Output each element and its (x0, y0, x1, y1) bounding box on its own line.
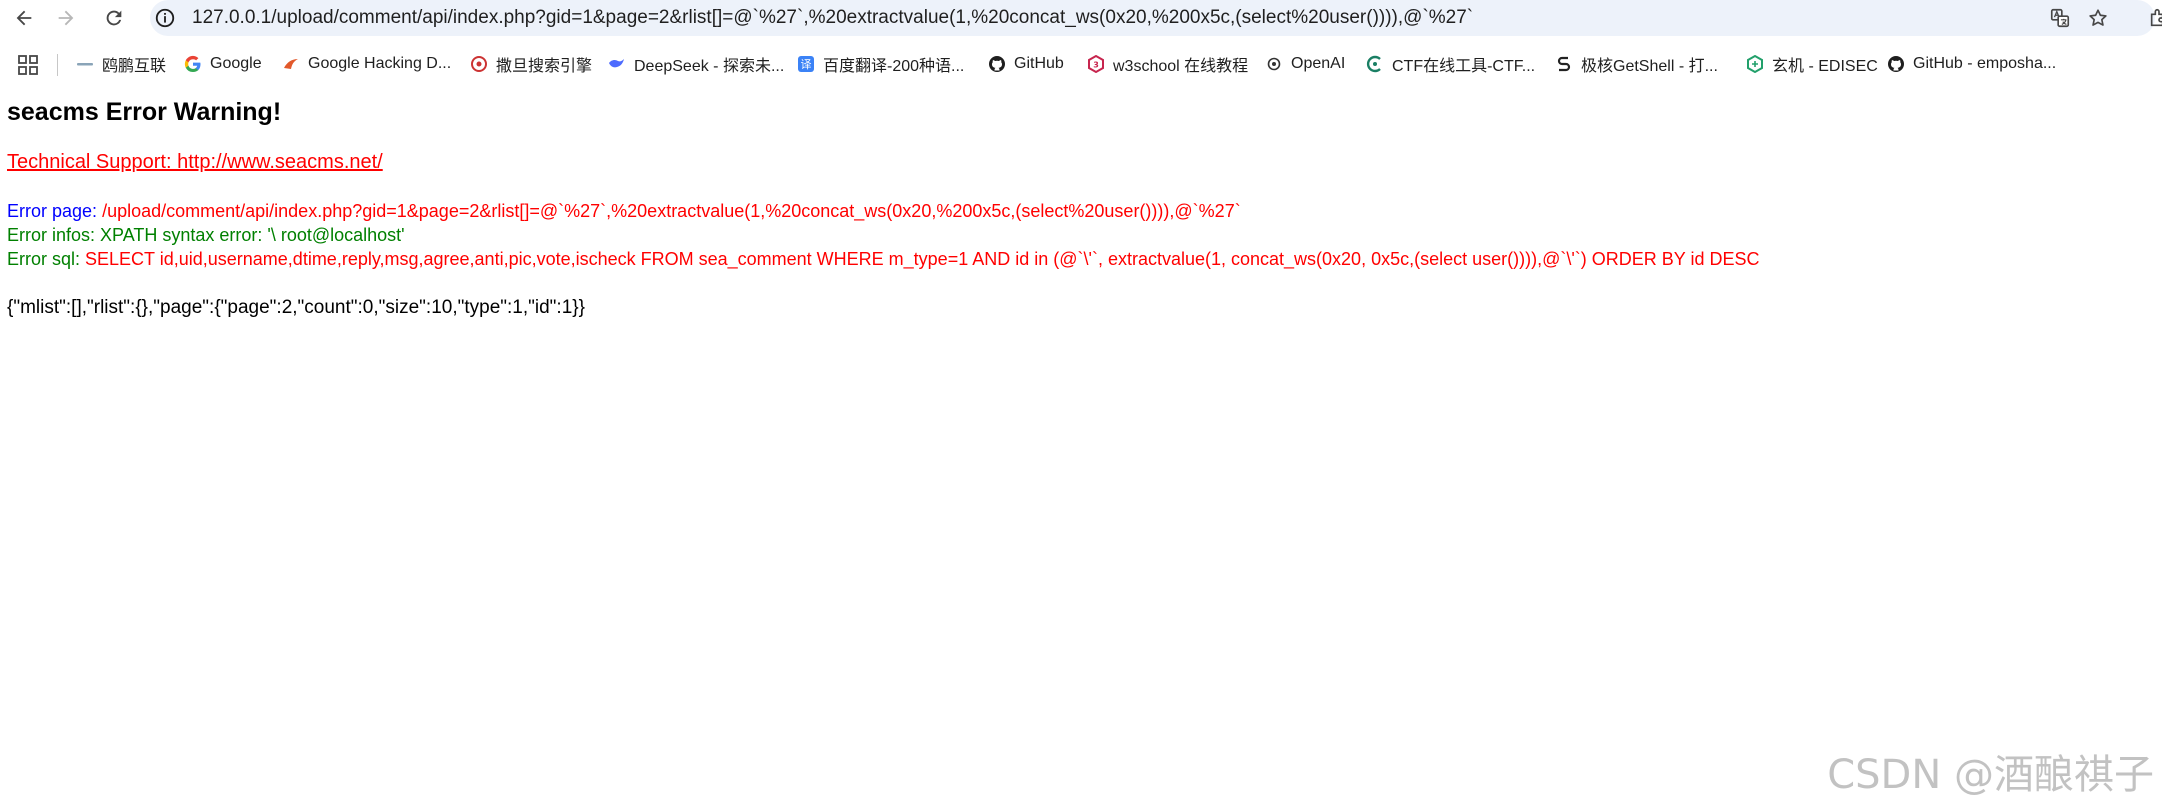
browser-toolbar: 127.0.0.1/upload/comment/api/index.php?g… (0, 0, 2162, 36)
page-title: seacms Error Warning! (7, 98, 282, 126)
error-page-line: Error page: /upload/comment/api/index.ph… (7, 200, 1241, 222)
bookmark-label: 撒旦搜索引擎 (496, 58, 593, 75)
bookmark-item[interactable]: 玄机 - EDISEC (1746, 50, 1878, 78)
error-page-value: /upload/comment/api/index.php?gid=1&page… (102, 201, 1241, 221)
bookmark-label: Google Hacking D... (308, 55, 452, 72)
bookmark-item[interactable]: DeepSeek - 探索未... (608, 50, 784, 78)
bookmark-label: 鸥鹏互联 (102, 58, 167, 75)
bookmark-item[interactable]: GitHub (988, 50, 1064, 78)
bookmark-item[interactable]: Google Hacking D... (282, 50, 451, 78)
site-info-icon[interactable] (152, 5, 178, 31)
bookmark-item[interactable]: 译 百度翻译-200种语... (797, 50, 964, 78)
error-sql-line: Error sql: SELECT id,uid,username,dtime,… (7, 248, 1760, 270)
error-sql-value: SELECT id,uid,username,dtime,reply,msg,a… (85, 249, 1760, 269)
svg-text:译: 译 (801, 58, 812, 71)
bookmark-label: w3school 在线教程 (1113, 58, 1249, 75)
apps-grid-icon[interactable] (17, 54, 39, 76)
translate-icon[interactable] (2046, 4, 2074, 32)
reload-icon (106, 10, 122, 26)
svg-text:3: 3 (1093, 61, 1099, 70)
bookmark-item[interactable]: 撒旦搜索引擎 (470, 50, 592, 78)
watermark: CSDN @酒酿祺子 (1827, 752, 2154, 798)
ctf-tools-icon (1366, 55, 1384, 73)
bookmarks-bar: 鸥鹏互联 Google Google Hacking D... 撒旦搜索引擎 D… (0, 46, 2162, 82)
edisec-icon (1746, 55, 1764, 73)
bookmark-label: GitHub (1014, 55, 1064, 72)
deepseek-icon (608, 55, 626, 73)
bookmark-item[interactable]: OpenAI (1265, 50, 1345, 78)
bookmark-label: OpenAI (1291, 55, 1346, 72)
error-infos-line: Error infos: XPATH syntax error: '\ root… (7, 224, 405, 246)
bookmark-label: DeepSeek - 探索未... (634, 58, 785, 75)
bookmarks-separator (57, 54, 58, 76)
bookmark-label: 玄机 - EDISEC (1772, 58, 1878, 75)
bookmark-item[interactable]: 3 w3school 在线教程 (1087, 50, 1248, 78)
technical-support-link[interactable]: Technical Support: http://www.seacms.net… (7, 150, 383, 174)
bookmark-item[interactable]: GitHub - emposha... (1887, 50, 2056, 78)
bookmark-label: GitHub - emposha... (1913, 55, 2057, 72)
shodan-icon (470, 55, 488, 73)
bookmark-item[interactable]: 极核GetShell - 打... (1555, 50, 1718, 78)
forward-button[interactable] (50, 2, 82, 34)
bookmark-label: Google (210, 55, 262, 72)
error-infos-value: XPATH syntax error: '\ root@localhost' (100, 225, 405, 245)
bookmark-item[interactable]: 鸥鹏互联 (76, 50, 166, 78)
error-sql-label: Error sql: (7, 249, 81, 269)
error-infos-label: Error infos: (7, 225, 96, 245)
ospeng-icon (76, 55, 94, 73)
bookmark-item[interactable]: Google (184, 50, 262, 78)
arrow-left-icon (16, 10, 32, 26)
reload-button[interactable] (98, 2, 130, 34)
arrow-right-icon (58, 10, 74, 26)
github-icon (1887, 55, 1905, 73)
page-content: seacms Error Warning! Technical Support:… (7, 96, 2147, 318)
getshell-icon (1555, 55, 1573, 73)
json-response: {"mlist":[],"rlist":{},"page":{"page":2,… (7, 297, 585, 318)
error-page-label: Error page: (7, 201, 98, 221)
github-icon (988, 55, 1006, 73)
baidu-translate-icon: 译 (797, 55, 815, 73)
bookmark-star-icon[interactable] (2084, 4, 2112, 32)
back-button[interactable] (8, 2, 40, 34)
bookmark-label: 百度翻译-200种语... (823, 58, 965, 75)
url-text[interactable]: 127.0.0.1/upload/comment/api/index.php?g… (192, 6, 1473, 30)
bookmark-label: CTF在线工具-CTF... (1392, 58, 1536, 75)
bookmark-label: 极核GetShell - 打... (1581, 58, 1718, 75)
google-icon (184, 55, 202, 73)
exploitdb-icon (282, 55, 300, 73)
openai-icon (1265, 55, 1283, 73)
extensions-icon[interactable] (2148, 4, 2162, 32)
bookmark-item[interactable]: CTF在线工具-CTF... (1366, 50, 1535, 78)
w3school-icon: 3 (1087, 55, 1105, 73)
